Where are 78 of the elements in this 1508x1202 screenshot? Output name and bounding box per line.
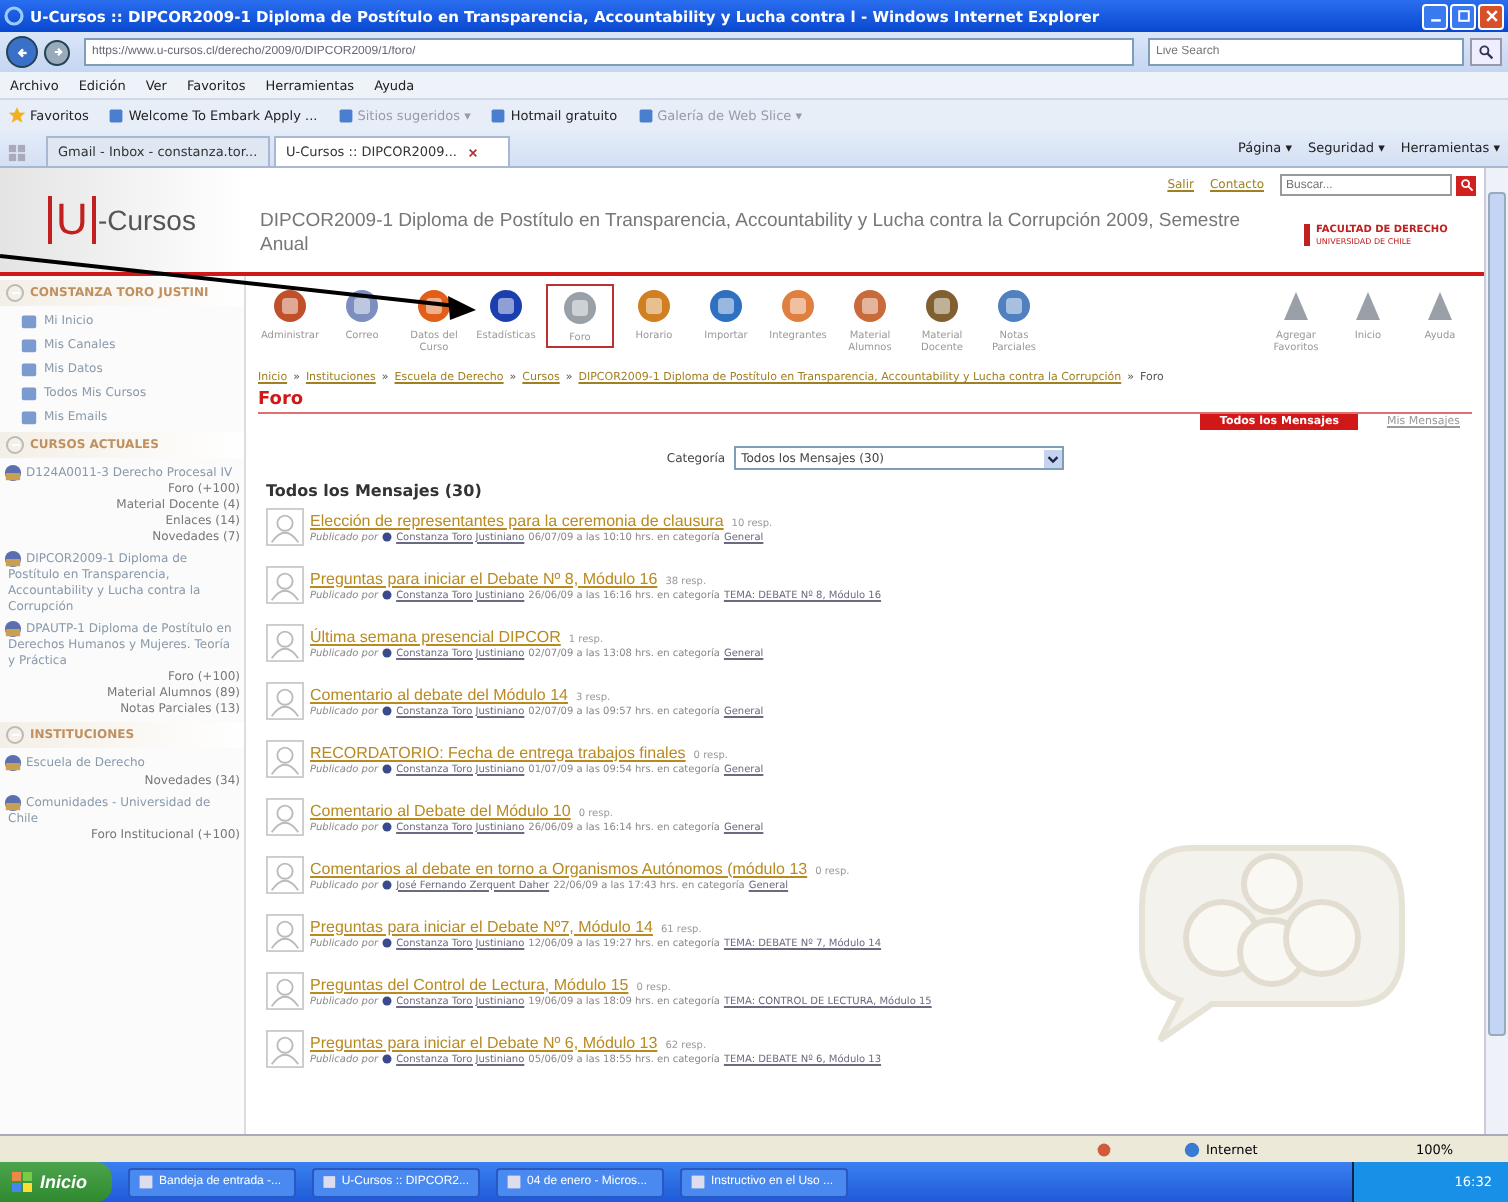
tool-icon (414, 286, 454, 326)
avatar-icon (266, 798, 304, 836)
tool-icon (994, 286, 1034, 326)
window-icon (505, 1174, 522, 1190)
close-tab-icon[interactable] (468, 147, 479, 157)
user-icon (382, 590, 393, 600)
course-icon (4, 464, 22, 482)
window-icon (137, 1174, 154, 1190)
post-title-link[interactable]: Preguntas para iniciar el Debate Nº7, Módulo 14 (310, 917, 653, 935)
user-icon (382, 996, 393, 1006)
page-icon (337, 107, 354, 123)
tool-icon (560, 288, 600, 328)
list-heading: Todos los Mensajes (30) (266, 482, 484, 500)
avatar-icon (266, 740, 304, 778)
post-title-link[interactable]: Última semana presencial DIPCOR (310, 627, 561, 645)
post-title-link[interactable]: Preguntas para iniciar el Debate Nº 6, Módulo 13 (310, 1033, 658, 1051)
maximize-icon (1455, 8, 1471, 24)
minimize-button[interactable] (1422, 3, 1448, 29)
search-icon (1478, 44, 1494, 60)
user-icon (382, 880, 393, 890)
browser-icon (4, 6, 24, 26)
window-icon (321, 1174, 336, 1190)
post-title-link[interactable]: Comentarios al debate en torno a Organismos Autónomos (módulo 13 (310, 859, 808, 877)
user-icon (382, 1054, 393, 1064)
search-icon (1459, 178, 1473, 192)
course-title: DIPCOR2009-1 Diploma de Postítulo en Transparencia, Accountability y Lucha contra la Corrupción 2009, Semestre Anual (260, 210, 1243, 258)
vertical-scrollbar[interactable] (1484, 168, 1508, 1134)
avatar-icon (266, 566, 304, 604)
post-title-link[interactable]: RECORDATORIO: Fecha de entrega trabajos finales (310, 743, 686, 761)
post-title-link[interactable]: Preguntas para iniciar el Debate Nº 8, Módulo 16 (310, 569, 658, 587)
avatar-icon (266, 624, 304, 662)
close-icon (1483, 8, 1499, 24)
post-title-link[interactable]: Comentario al Debate del Módulo 10 (310, 801, 571, 819)
user-icon (382, 764, 393, 774)
user-icon (382, 648, 393, 658)
course-icon (4, 754, 22, 773)
search-button[interactable] (1456, 175, 1476, 195)
user-icon (382, 532, 393, 542)
windows-logo-icon (12, 1172, 32, 1192)
tool-icon (634, 286, 674, 326)
avatar-icon (266, 914, 304, 952)
globe-icon (1184, 1141, 1200, 1157)
dropdown-arrow-icon (1043, 449, 1062, 467)
tool-icon (778, 286, 818, 326)
page-icon (637, 107, 654, 123)
post-title-link[interactable]: Comentario al debate del Módulo 14 (310, 685, 568, 703)
star-icon (8, 106, 26, 124)
back-arrow-icon (13, 43, 31, 61)
forward-button[interactable] (44, 39, 70, 65)
course-icon (4, 793, 22, 812)
post-title-link[interactable]: Preguntas del Control de Lectura, Módulo 15 (310, 975, 629, 993)
post-title-link[interactable]: Elección de representantes para la ceremonia de clausura (310, 511, 724, 529)
start-button[interactable]: Inicio (0, 1162, 112, 1202)
course-icon (4, 550, 22, 569)
avatar-icon (266, 972, 304, 1010)
tool-icon (850, 286, 890, 326)
maximize-button[interactable] (1450, 3, 1476, 29)
user-icon (382, 822, 393, 832)
back-button[interactable] (6, 36, 38, 68)
tool-icon (486, 286, 526, 326)
window-icon (689, 1174, 706, 1190)
user-icon (382, 938, 393, 948)
tool-icon (922, 286, 962, 326)
close-button[interactable] (1478, 3, 1504, 29)
avatar-icon (266, 1030, 304, 1068)
forward-arrow-icon (49, 44, 65, 60)
avatar-icon (266, 856, 304, 894)
avatar-icon (266, 508, 304, 546)
tool-icon (342, 286, 382, 326)
user-icon (382, 706, 393, 716)
search-button[interactable] (1470, 38, 1502, 66)
course-icon (4, 620, 22, 639)
page-icon (108, 107, 125, 123)
avatar-icon (266, 682, 304, 720)
tool-icon (706, 286, 746, 326)
security-icon (1096, 1141, 1112, 1157)
page-icon (490, 107, 507, 123)
tool-icon (270, 286, 310, 326)
